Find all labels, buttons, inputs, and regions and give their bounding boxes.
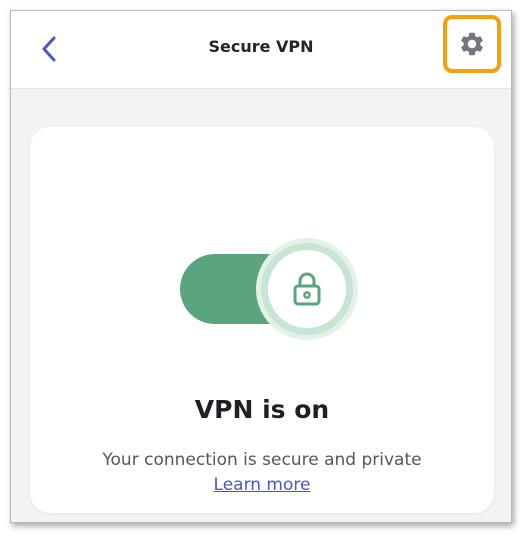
vpn-screen: Secure VPN VPN is on Your connection is … xyxy=(10,10,512,523)
page-title: Secure VPN xyxy=(208,37,314,56)
learn-more-link[interactable]: Learn more xyxy=(214,475,311,495)
top-bar: Secure VPN xyxy=(11,11,511,89)
vpn-status-description: Your connection is secure and private xyxy=(102,450,422,470)
vpn-toggle[interactable] xyxy=(180,238,370,340)
lock-icon xyxy=(293,272,321,306)
vpn-status-card: VPN is on Your connection is secure and … xyxy=(30,127,494,513)
toggle-knob xyxy=(268,250,346,328)
learn-more-row: Learn more xyxy=(30,475,494,495)
gear-icon xyxy=(461,32,483,56)
settings-button[interactable] xyxy=(443,15,501,73)
vpn-status-heading: VPN is on xyxy=(194,395,330,424)
